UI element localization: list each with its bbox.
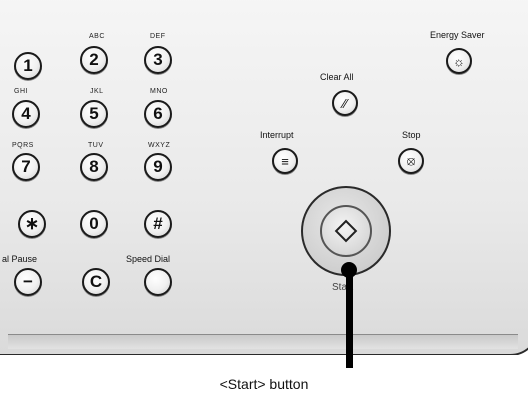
interrupt-label: Interrupt [260, 130, 294, 140]
start-button[interactable] [320, 205, 372, 257]
stop-button[interactable]: ⦻ [398, 148, 424, 174]
energy-saver-icon: ☼ [453, 53, 465, 69]
callout-caption: <Start> button [219, 376, 309, 392]
key-8-button[interactable]: 8 [80, 153, 108, 181]
dial-pause-label: al Pause [2, 254, 38, 264]
key-1-button[interactable]: 1 [14, 52, 42, 80]
stop-icon: ⦻ [406, 153, 416, 168]
clear-button[interactable]: C [82, 268, 110, 296]
interrupt-button[interactable]: ≡ [272, 148, 298, 174]
speed-dial-button[interactable] [144, 268, 172, 296]
key-6-button[interactable]: 6 [144, 100, 172, 128]
panel-edge [8, 334, 518, 349]
dial-pause-button[interactable]: − [14, 268, 42, 296]
key-2-button[interactable]: 2 [80, 46, 108, 74]
control-panel: ABC DEF 1 2 3 GHI JKL MNO 4 5 6 PQRS TUV… [0, 0, 528, 355]
speed-dial-label: Speed Dial [126, 254, 171, 264]
key-star-button[interactable]: ∗ [18, 210, 46, 238]
key-3-button[interactable]: 3 [144, 46, 172, 74]
clear-all-icon: ∕∕ [342, 95, 348, 111]
key-4-letters: GHI [14, 88, 28, 95]
callout-pointer-line [346, 266, 353, 368]
key-9-letters: WXYZ [148, 142, 171, 149]
key-0-button[interactable]: 0 [80, 210, 108, 238]
start-diamond-icon [334, 219, 358, 243]
key-7-letters: PQRS [12, 142, 34, 149]
key-hash-button[interactable]: # [144, 210, 172, 238]
key-6-letters: MNO [150, 88, 168, 95]
key-4-button[interactable]: 4 [12, 100, 40, 128]
energy-saver-label: Energy Saver [430, 30, 485, 40]
interrupt-icon: ≡ [281, 153, 289, 169]
key-5-letters: JKL [90, 88, 104, 95]
energy-saver-button[interactable]: ☼ [446, 48, 472, 74]
clear-all-button[interactable]: ∕∕ [332, 90, 358, 116]
key-3-letters: DEF [150, 33, 166, 40]
key-7-button[interactable]: 7 [12, 153, 40, 181]
key-2-letters: ABC [89, 33, 105, 40]
key-9-button[interactable]: 9 [144, 153, 172, 181]
key-8-letters: TUV [88, 142, 104, 149]
clear-all-label: Clear All [320, 72, 354, 82]
key-5-button[interactable]: 5 [80, 100, 108, 128]
stop-label: Stop [402, 130, 421, 140]
